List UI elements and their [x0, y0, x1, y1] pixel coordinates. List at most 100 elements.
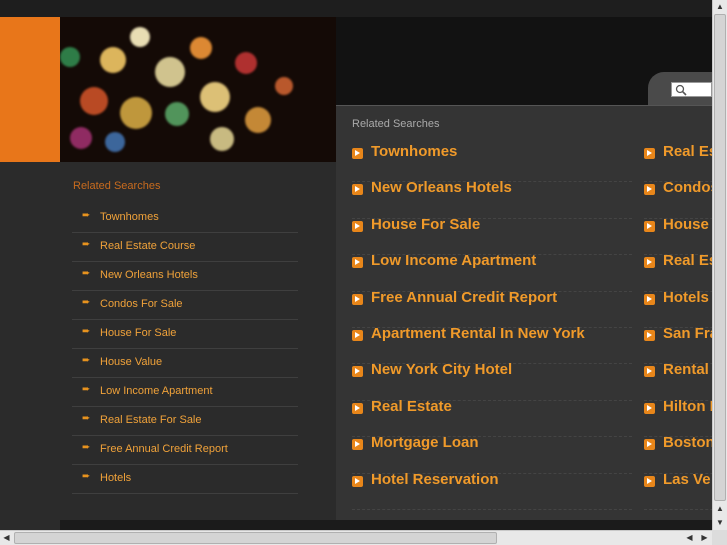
- orange-arrow-icon: [644, 257, 655, 269]
- result-link[interactable]: Low Income Apartment: [371, 252, 536, 269]
- sidebar-item[interactable]: ➨ Hotels: [72, 465, 298, 494]
- result-item[interactable]: San Fra: [644, 325, 712, 365]
- result-item[interactable]: Rental: [644, 361, 712, 401]
- main-panel: Related Searches Townhomes New Orleans H…: [336, 105, 712, 520]
- result-link[interactable]: Condos: [663, 179, 712, 196]
- sidebar-item-label[interactable]: Hotels: [100, 472, 131, 484]
- result-link[interactable]: Hotels: [663, 289, 709, 306]
- orange-arrow-icon: [352, 329, 363, 341]
- result-item[interactable]: Free Annual Credit Report: [352, 289, 632, 328]
- sidebar-item-label[interactable]: Free Annual Credit Report: [100, 443, 228, 455]
- result-link[interactable]: Real Estate: [371, 398, 452, 415]
- header-image: [60, 17, 336, 162]
- orange-arrow-icon: [352, 402, 363, 414]
- result-link[interactable]: New York City Hotel: [371, 361, 512, 378]
- sidebar-list: ➨ Townhomes ➨ Real Estate Course ➨ New Orle…: [72, 204, 298, 494]
- sidebar-item-label[interactable]: Real Estate For Sale: [100, 414, 202, 426]
- scroll-right-icon[interactable]: ▶: [698, 531, 711, 545]
- result-item[interactable]: Low Income Apartment: [352, 252, 632, 292]
- orange-arrow-icon: [352, 220, 363, 232]
- result-item[interactable]: House For Sale: [352, 216, 632, 256]
- result-item[interactable]: Las Ve: [644, 471, 712, 510]
- horizontal-scroll-thumb[interactable]: [14, 532, 497, 544]
- orange-arrow-icon: [644, 293, 655, 305]
- orange-arrow-icon: [644, 148, 655, 159]
- sidebar-item[interactable]: ➨ Free Annual Credit Report: [72, 436, 298, 465]
- sidebar-item-label[interactable]: Condos For Sale: [100, 298, 183, 310]
- sidebar-item[interactable]: ➨ Condos For Sale: [72, 291, 298, 320]
- result-item[interactable]: New Orleans Hotels: [352, 179, 632, 219]
- orange-arrow-icon: [644, 475, 655, 487]
- sidebar-item-label[interactable]: Real Estate Course: [100, 240, 195, 252]
- result-link[interactable]: Rental: [663, 361, 709, 378]
- results-column-left: Townhomes New Orleans Hotels House For S…: [352, 143, 632, 510]
- result-link[interactable]: Townhomes: [371, 143, 457, 160]
- main-title: Related Searches: [352, 118, 440, 130]
- result-item[interactable]: Real Es: [644, 143, 712, 183]
- result-link[interactable]: House: [663, 216, 709, 233]
- hand-pointer-icon: ➨: [82, 297, 91, 308]
- scroll-left-icon[interactable]: ◀: [683, 531, 696, 545]
- orange-arrow-icon: [644, 402, 655, 414]
- result-link[interactable]: Mortgage Loan: [371, 434, 479, 451]
- sidebar-item[interactable]: ➨ Real Estate Course: [72, 233, 298, 262]
- search-input[interactable]: [671, 82, 712, 97]
- result-item[interactable]: Hotels: [644, 289, 712, 328]
- hand-pointer-icon: ➨: [82, 326, 91, 337]
- sidebar-item[interactable]: ➨ Real Estate For Sale: [72, 407, 298, 436]
- result-item[interactable]: Hilton H: [644, 398, 712, 438]
- orange-arrow-icon: [644, 366, 655, 378]
- sidebar-item-label[interactable]: Townhomes: [100, 211, 159, 223]
- result-item[interactable]: Condos: [644, 179, 712, 219]
- result-link[interactable]: Free Annual Credit Report: [371, 289, 557, 306]
- result-item[interactable]: New York City Hotel: [352, 361, 632, 401]
- vertical-scrollbar[interactable]: ▲ ▲ ▼: [712, 0, 727, 530]
- sidebar-item[interactable]: ➨ House For Sale: [72, 320, 298, 349]
- scroll-up-icon[interactable]: ▲: [713, 0, 727, 13]
- hand-pointer-icon: ➨: [82, 239, 91, 250]
- result-link[interactable]: House For Sale: [371, 216, 480, 233]
- top-bar: [0, 0, 712, 17]
- result-item[interactable]: Townhomes: [352, 143, 632, 183]
- scroll-down-icon[interactable]: ▼: [713, 516, 727, 529]
- sidebar-item-label[interactable]: House For Sale: [100, 327, 176, 339]
- orange-arrow-icon: [644, 184, 655, 196]
- result-link[interactable]: Hilton H: [663, 398, 712, 415]
- sidebar-item-label[interactable]: Low Income Apartment: [100, 385, 213, 397]
- result-link[interactable]: Hotel Reservation: [371, 471, 499, 488]
- result-link[interactable]: Apartment Rental In New York: [371, 325, 585, 342]
- footer-bar: [60, 520, 712, 530]
- hand-pointer-icon: ➨: [82, 210, 91, 221]
- scrollbar-corner: [712, 530, 727, 545]
- orange-arrow-icon: [352, 475, 363, 487]
- result-item[interactable]: Real Es: [644, 252, 712, 292]
- result-item[interactable]: Boston: [644, 434, 712, 474]
- result-link[interactable]: Real Es: [663, 143, 712, 160]
- sidebar-item[interactable]: ➨ Townhomes: [72, 204, 298, 233]
- orange-arrow-icon: [352, 257, 363, 269]
- sidebar-item[interactable]: ➨ New Orleans Hotels: [72, 262, 298, 291]
- result-link[interactable]: Boston: [663, 434, 712, 451]
- result-item[interactable]: House: [644, 216, 712, 256]
- vertical-scroll-thumb[interactable]: [714, 14, 726, 501]
- result-item[interactable]: Mortgage Loan: [352, 434, 632, 474]
- result-link[interactable]: New Orleans Hotels: [371, 179, 512, 196]
- result-item[interactable]: Real Estate: [352, 398, 632, 438]
- sidebar-item[interactable]: ➨ House Value: [72, 349, 298, 378]
- orange-arrow-icon: [644, 220, 655, 232]
- result-item[interactable]: Hotel Reservation: [352, 471, 632, 510]
- horizontal-scrollbar[interactable]: ◀ ◀ ▶: [0, 530, 712, 545]
- sidebar-item-label[interactable]: House Value: [100, 356, 162, 368]
- sidebar-item[interactable]: ➨ Low Income Apartment: [72, 378, 298, 407]
- scroll-left-icon[interactable]: ◀: [0, 531, 13, 545]
- hand-pointer-icon: ➨: [82, 442, 91, 453]
- result-link[interactable]: Las Ve: [663, 471, 711, 488]
- sidebar-item-label[interactable]: New Orleans Hotels: [100, 269, 198, 281]
- scroll-up-icon[interactable]: ▲: [713, 502, 727, 515]
- result-item[interactable]: Apartment Rental In New York: [352, 325, 632, 365]
- orange-arrow-icon: [352, 148, 363, 159]
- result-link[interactable]: San Fra: [663, 325, 712, 342]
- result-link[interactable]: Real Es: [663, 252, 712, 269]
- sidebar-title: Related Searches: [73, 180, 161, 192]
- footer-left: [0, 520, 60, 530]
